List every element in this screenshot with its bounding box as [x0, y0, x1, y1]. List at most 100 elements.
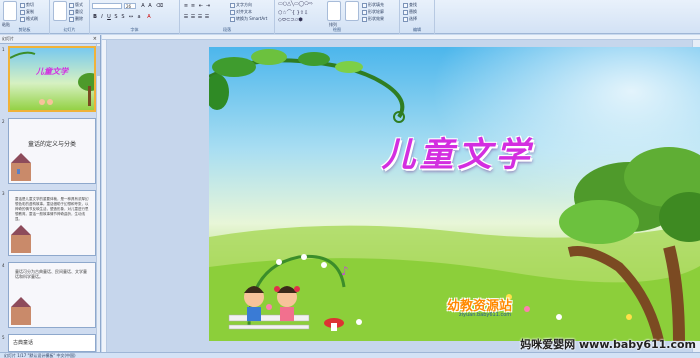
thumb-3-body: 童话是儿童文学的重要体裁，是一种具有浓厚幻想色彩的虚构故事。童话借助于幻想和夸张… [15, 197, 89, 221]
shapes-gallery-row3[interactable]: ◇⬭⊂⊃▱⬢ [278, 17, 303, 23]
editing-group: 查找 替换 选择 编辑 [400, 0, 435, 34]
slide-thumbnail-pane: 幻灯片 × 1 儿童文学 2 童话的定义与分类 3 童话是儿童文学的重要体裁，是… [0, 35, 101, 352]
layout-button[interactable]: 版式 [69, 2, 83, 8]
shape-fill-button[interactable]: 形状填充 [362, 2, 384, 8]
copy-icon [20, 9, 25, 15]
tab-slides[interactable]: 幻灯片 [2, 36, 14, 42]
vertical-ruler [102, 40, 107, 352]
align-center-icon[interactable]: ☰ [190, 14, 196, 20]
slide-number: 2 [2, 119, 5, 124]
svg-text:♪: ♪ [341, 264, 349, 278]
pane-scrollbar-thumb[interactable] [97, 46, 100, 76]
underline-icon[interactable]: U [106, 14, 112, 20]
watermark: 妈咪爱婴网 www.baby611.com [520, 338, 696, 351]
change-case-icon[interactable]: a [136, 14, 142, 20]
shape-effects-label: 形状效果 [368, 16, 384, 21]
smartart-label: 转换为 SmartArt [236, 16, 268, 21]
clipboard-group: 粘贴 剪切 复制 格式刷 剪贴板 [0, 0, 50, 34]
align-text-icon [230, 9, 235, 15]
clipboard-group-label: 剪贴板 [18, 27, 31, 32]
select-label: 选择 [409, 16, 417, 21]
editing-group-label: 编辑 [413, 27, 421, 32]
slide-thumbnail-5[interactable]: 古典童话 [8, 334, 96, 352]
slide-thumbnail-2[interactable]: 童话的定义与分类 [8, 118, 96, 184]
effects-icon [362, 16, 367, 22]
delete-label: 删除 [75, 16, 83, 21]
font-group: 26 A A ⌫ B I U S S ↔ a A 字体 [90, 0, 180, 34]
layout-icon [69, 2, 74, 8]
thumb-4-body: 童话可分为古典童话、民间童话、文学童话和科学童话。 [15, 269, 87, 279]
shapes-gallery[interactable]: ▭○△╲▭◯⬠⇨ [278, 1, 313, 7]
cut-button[interactable]: 剪切 [20, 2, 34, 8]
format-painter-label: 格式刷 [26, 16, 38, 21]
align-right-icon[interactable]: ☰ [197, 14, 203, 20]
reset-icon [69, 9, 74, 15]
select-icon [403, 16, 408, 22]
increase-indent-icon[interactable]: ⇥ [205, 3, 211, 9]
slide-thumbnail-4[interactable]: 童话可分为古典童话、民间童话、文学童话和科学童话。 [8, 262, 96, 328]
find-button[interactable]: 查找 [403, 2, 417, 8]
ribbon: 粘贴 剪切 复制 格式刷 剪贴板 版式 重设 删除 幻灯片 26 A A ⌫ B… [0, 0, 700, 34]
paragraph-group: ≡ ≡ ⇤ ⇥ ☰ ☰ ☰ ☰ 文字方向 对齐文本 转换为 SmartArt 段… [180, 0, 275, 34]
find-icon [403, 2, 408, 8]
paste-button[interactable] [3, 1, 17, 21]
justify-icon[interactable]: ☰ [204, 14, 210, 20]
font-group-label: 字体 [130, 27, 139, 32]
copy-label: 复制 [26, 9, 34, 14]
delete-button[interactable]: 删除 [69, 16, 83, 22]
outline-icon [362, 9, 367, 15]
font-name-select[interactable] [92, 3, 122, 9]
scissors-icon [20, 2, 25, 8]
thumb-2-title: 童话的定义与分类 [27, 141, 76, 148]
select-button[interactable]: 选择 [403, 16, 417, 22]
slide-number: 5 [2, 335, 5, 340]
smartart-button[interactable]: 转换为 SmartArt [230, 16, 267, 22]
close-icon[interactable]: × [93, 36, 97, 42]
clear-format-icon[interactable]: ⌫ [156, 3, 163, 9]
powerpoint-window: 粘贴 剪切 复制 格式刷 剪贴板 版式 重设 删除 幻灯片 26 A A ⌫ B… [0, 0, 700, 358]
new-slide-button[interactable] [53, 1, 67, 21]
replace-icon [403, 9, 408, 15]
format-painter-button[interactable]: 格式刷 [20, 16, 38, 22]
shadow-icon[interactable]: S [120, 14, 126, 20]
grow-font-icon[interactable]: A [140, 3, 146, 9]
slide-editor: ♪ 儿童文学 幼教资源站 ziyuan.baby611.com [102, 35, 700, 352]
drawing-group-label: 绘图 [333, 27, 341, 32]
align-text-button[interactable]: 对齐文本 [230, 9, 252, 15]
font-size-select[interactable]: 26 [124, 3, 136, 9]
pane-scrollbar[interactable] [96, 44, 100, 352]
delete-icon [69, 16, 74, 22]
strikethrough-icon[interactable]: S [113, 14, 119, 20]
thumb-5-title: 古典童话 [13, 340, 34, 346]
slide-thumbnail-3[interactable]: 童话是儿童文学的重要体裁，是一种具有浓厚幻想色彩的虚构故事。童话借助于幻想和夸张… [8, 190, 96, 256]
bold-icon[interactable]: B [92, 14, 98, 20]
numbering-icon[interactable]: ≡ [190, 3, 196, 9]
slide-title[interactable]: 儿童文学 [209, 127, 700, 176]
paragraph-group-label: 段落 [223, 27, 231, 32]
arrange-button[interactable] [327, 1, 341, 21]
quick-styles-button[interactable] [345, 1, 359, 21]
shapes-gallery-row2[interactable]: ⬡☆⌒{ }⇧⇩ [278, 9, 308, 16]
reset-button[interactable]: 重设 [69, 9, 83, 15]
thumb-1-title: 儿童文学 [36, 67, 68, 76]
cut-label: 剪切 [26, 2, 34, 7]
italic-icon[interactable]: I [99, 14, 105, 20]
shape-outline-label: 形状轮廓 [368, 9, 384, 14]
find-label: 查找 [409, 2, 417, 7]
shrink-font-icon[interactable]: A [147, 3, 153, 9]
shape-outline-button[interactable]: 形状轮廓 [362, 9, 384, 15]
shape-effects-button[interactable]: 形状效果 [362, 16, 384, 22]
text-direction-button[interactable]: 文字方向 [230, 2, 252, 8]
font-color-icon[interactable]: A [146, 14, 152, 20]
copy-button[interactable]: 复制 [20, 9, 34, 15]
align-left-icon[interactable]: ☰ [183, 14, 189, 20]
decrease-indent-icon[interactable]: ⇤ [198, 3, 204, 9]
slide-thumbnail-1[interactable]: 儿童文学 [8, 46, 96, 112]
slide-canvas[interactable]: ♪ 儿童文学 幼教资源站 ziyuan.baby611.com [209, 47, 700, 341]
replace-button[interactable]: 替换 [403, 9, 417, 15]
char-spacing-icon[interactable]: ↔ [128, 14, 134, 20]
fill-icon [362, 2, 367, 8]
bullets-icon[interactable]: ≡ [183, 3, 189, 9]
slide-number: 3 [2, 191, 5, 196]
slide-number: 4 [2, 263, 5, 268]
